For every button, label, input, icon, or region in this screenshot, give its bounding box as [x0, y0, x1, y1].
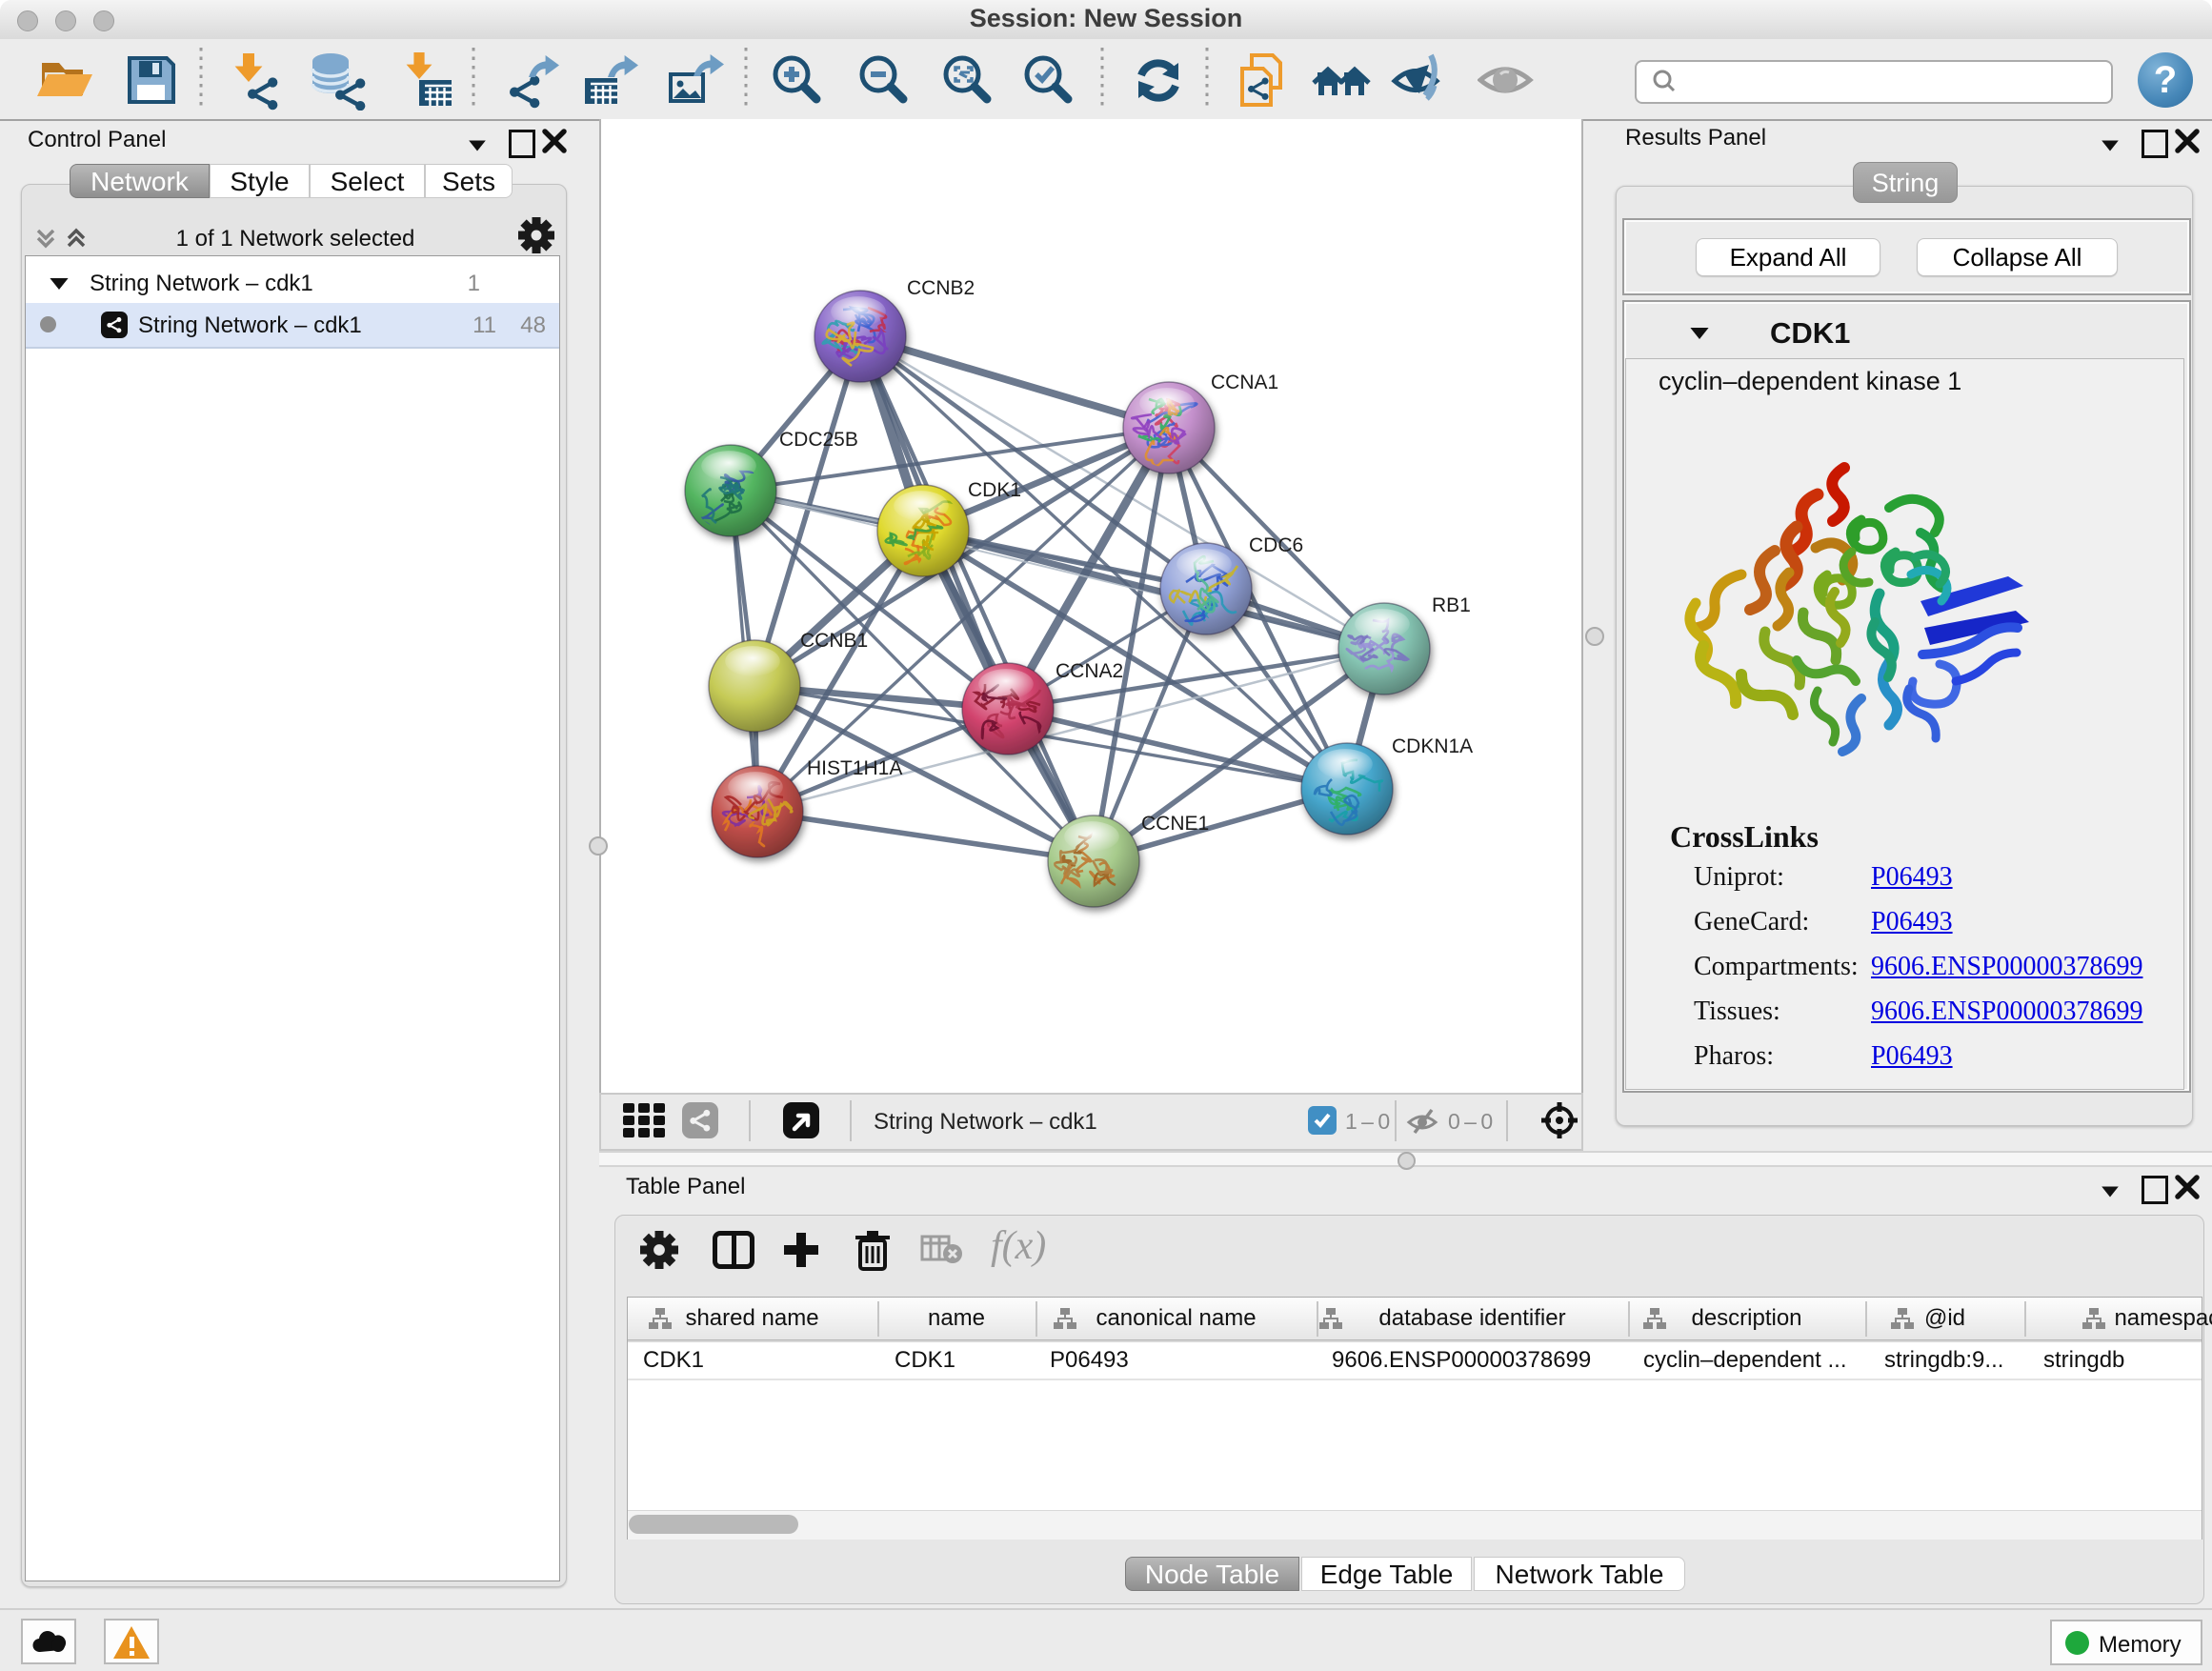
svg-text:CDC25B: CDC25B: [779, 429, 858, 451]
svg-text:CCNB2: CCNB2: [907, 277, 975, 299]
svg-text:CDK1: CDK1: [968, 479, 1021, 501]
svg-text:CCNE1: CCNE1: [1141, 813, 1209, 835]
svg-text:CDKN1A: CDKN1A: [1392, 735, 1473, 757]
svg-text:CDC6: CDC6: [1249, 534, 1303, 556]
svg-text:CCNB1: CCNB1: [800, 630, 868, 652]
svg-text:RB1: RB1: [1432, 594, 1471, 616]
svg-text:CCNA1: CCNA1: [1211, 372, 1278, 393]
svg-text:HIST1H1A: HIST1H1A: [807, 757, 902, 779]
svg-text:CCNA2: CCNA2: [1056, 660, 1123, 682]
